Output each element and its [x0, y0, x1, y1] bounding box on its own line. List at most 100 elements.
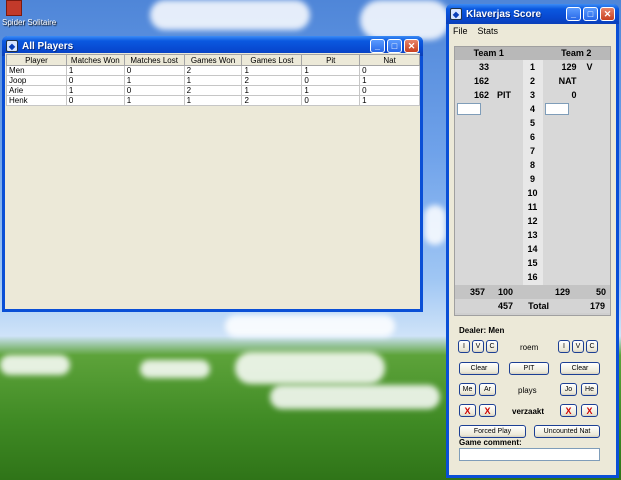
cell-games-won[interactable]: 2	[183, 65, 243, 76]
cloud	[150, 0, 310, 30]
team2-roem-v-button[interactable]: V	[572, 340, 584, 353]
desktop-icon-spider-solitaire[interactable]: Spider Solitaire	[2, 0, 57, 27]
team2-roem-i-button[interactable]: I	[558, 340, 570, 353]
score-header: Team 1 Team 2	[455, 47, 610, 60]
close-button[interactable]: ✕	[600, 7, 615, 21]
cell-nat[interactable]: 0	[359, 85, 420, 96]
player-he-button[interactable]: He	[581, 383, 598, 396]
team2-clear-button[interactable]: Clear	[560, 362, 600, 375]
dealer-label: Dealer: Men	[459, 326, 505, 335]
team1-roem-v-button[interactable]: V	[472, 340, 484, 353]
cell-games-won[interactable]: 1	[183, 75, 243, 86]
desktop-icon-label: Spider Solitaire	[2, 18, 57, 27]
team1-score-input[interactable]	[457, 103, 481, 115]
cloud	[140, 360, 210, 378]
cell-pit[interactable]: 1	[301, 85, 361, 96]
cell-player[interactable]: Men	[6, 65, 67, 76]
team2-verzaakt-x-button-2[interactable]: X	[581, 404, 598, 417]
score-titlebar[interactable]: ◆ Klaverjas Score _ □ ✕	[446, 4, 619, 24]
team1-roem-c-button[interactable]: C	[486, 340, 498, 353]
cell-pit[interactable]: 1	[301, 65, 361, 76]
round-number: 12	[527, 216, 538, 226]
cloud	[225, 315, 395, 337]
cell-games-lost[interactable]: 1	[241, 85, 303, 96]
table-row[interactable]: Joop 0 1 1 2 0 1	[6, 75, 420, 86]
roem-label: roem	[520, 343, 539, 352]
column-header-matches-lost[interactable]: Matches Lost	[123, 54, 185, 66]
cell-nat[interactable]: 1	[359, 95, 420, 106]
team1-roem-i-button[interactable]: I	[458, 340, 470, 353]
minimize-button[interactable]: _	[566, 7, 581, 21]
uncounted-nat-button[interactable]: Uncounted Nat	[534, 425, 600, 438]
team1-round-row: 162 PIT	[473, 90, 512, 100]
cell-matches-won[interactable]: 1	[65, 65, 125, 76]
cell-player[interactable]: Joop	[6, 75, 67, 86]
cell-nat[interactable]: 0	[359, 65, 420, 76]
forced-play-button[interactable]: Forced Play	[459, 425, 526, 438]
player-ar-button[interactable]: Ar	[479, 383, 496, 396]
round-number: 14	[527, 244, 538, 254]
cell-player[interactable]: Henk	[6, 95, 67, 106]
team1-verzaakt-x-button-1[interactable]: X	[459, 404, 476, 417]
cell-games-lost[interactable]: 2	[241, 95, 303, 106]
team1-verzaakt-x-button-2[interactable]: X	[479, 404, 496, 417]
cell-player[interactable]: Arie	[6, 85, 67, 96]
cell-pit[interactable]: 0	[301, 75, 361, 86]
cell-games-won[interactable]: 1	[183, 95, 243, 106]
team2-roem-c-button[interactable]: C	[586, 340, 598, 353]
player-jo-button[interactable]: Jo	[560, 383, 577, 396]
cell-matches-won[interactable]: 0	[65, 95, 125, 106]
round-number: 16	[527, 272, 538, 282]
column-header-games-lost[interactable]: Games Lost	[241, 54, 303, 66]
pit-button[interactable]: PIT	[509, 362, 549, 375]
window-title: Klaverjas Score	[466, 8, 542, 20]
cell-matches-lost[interactable]: 0	[123, 65, 185, 76]
cloud	[0, 355, 70, 375]
team1-clear-button[interactable]: Clear	[459, 362, 499, 375]
cell-games-won[interactable]: 2	[183, 85, 243, 96]
cloud	[235, 352, 385, 384]
close-button[interactable]: ✕	[404, 39, 419, 53]
cell-matches-lost[interactable]: 0	[123, 85, 185, 96]
round-number: 9	[529, 174, 535, 184]
maximize-button[interactable]: □	[387, 39, 402, 53]
team2-verzaakt-x-button-1[interactable]: X	[560, 404, 577, 417]
game-comment-input[interactable]	[459, 448, 600, 461]
column-header-matches-won[interactable]: Matches Won	[65, 54, 125, 66]
cell-matches-won[interactable]: 1	[65, 85, 125, 96]
team1-round-row: 33	[478, 62, 489, 72]
cell-matches-lost[interactable]: 1	[123, 75, 185, 86]
cell-nat[interactable]: 1	[359, 75, 420, 86]
minimize-button[interactable]: _	[370, 39, 385, 53]
java-app-icon: ◆	[450, 8, 462, 20]
control-panel: Dealer: Men I V C roem I V C Clear PIT C…	[454, 320, 611, 472]
cell-games-lost[interactable]: 1	[241, 65, 303, 76]
menu-file[interactable]: File	[453, 26, 468, 36]
cell-pit[interactable]: 0	[301, 95, 361, 106]
round-numbers-column: 1 2 3 4 5 6 7 8 9 10 11 12 13 14 15 16	[522, 60, 543, 285]
table-row[interactable]: Arie 1 0 2 1 1 0	[6, 85, 420, 96]
table-row[interactable]: Henk 0 1 1 2 0 1	[6, 95, 420, 106]
team2-round-row: 129 V	[561, 62, 593, 72]
table-row[interactable]: Men 1 0 2 1 1 0	[6, 65, 420, 76]
round-number: 10	[527, 188, 538, 198]
column-header-player[interactable]: Player	[6, 54, 67, 66]
cell-matches-won[interactable]: 0	[65, 75, 125, 86]
total-row: 457 Total 179	[455, 299, 610, 313]
column-header-games-won[interactable]: Games Won	[183, 54, 243, 66]
team1-subtotal-b: 100	[497, 287, 513, 297]
round-number: 11	[527, 202, 538, 212]
menu-stats[interactable]: Stats	[478, 26, 499, 36]
column-header-nat[interactable]: Nat	[359, 54, 420, 66]
cell-matches-lost[interactable]: 1	[123, 95, 185, 106]
column-header-pit[interactable]: Pit	[301, 54, 361, 66]
round-number: 3	[529, 90, 535, 100]
round-number: 5	[529, 118, 535, 128]
maximize-button[interactable]: □	[583, 7, 598, 21]
round-number: 2	[529, 76, 535, 86]
cell-games-lost[interactable]: 2	[241, 75, 303, 86]
java-app-icon: ◆	[6, 40, 18, 52]
team2-score-input[interactable]	[544, 103, 569, 115]
player-me-button[interactable]: Me	[459, 383, 476, 396]
team1-subtotal-a: 357	[469, 287, 485, 297]
